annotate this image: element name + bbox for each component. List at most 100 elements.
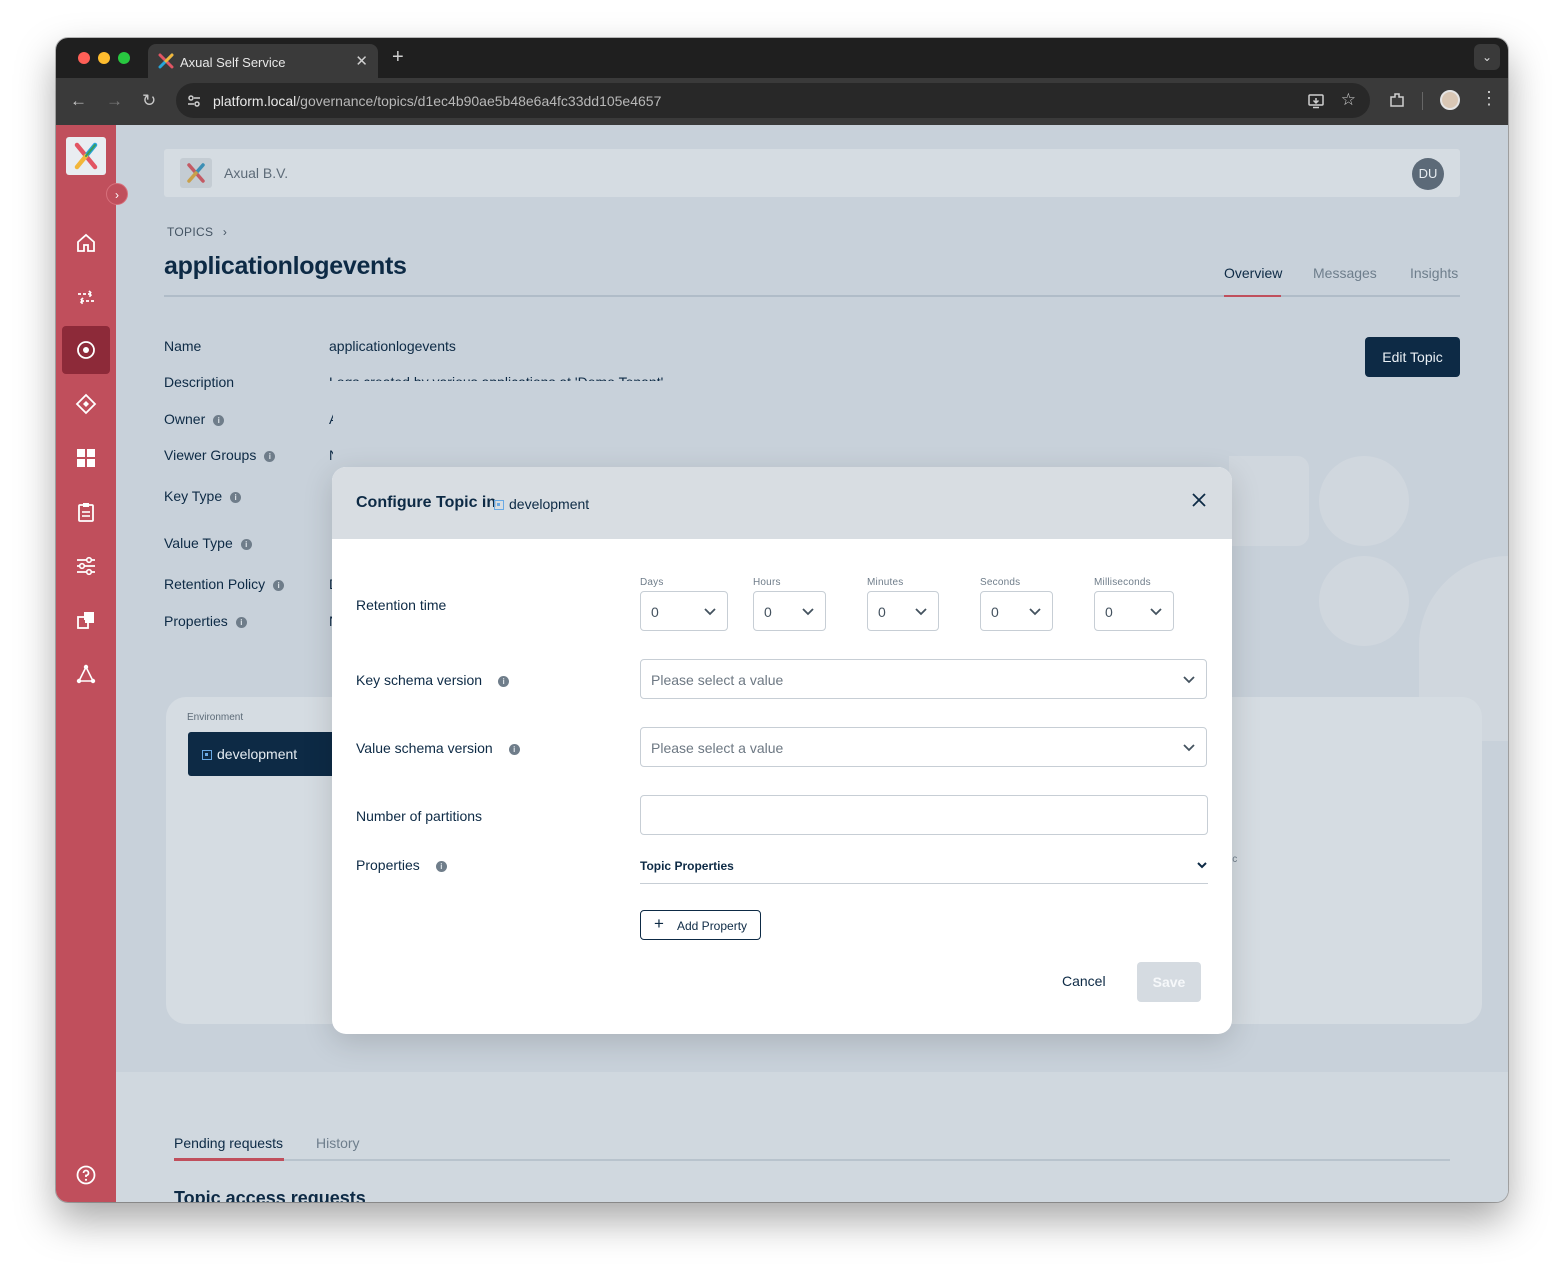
- milliseconds-select[interactable]: 0: [1094, 591, 1174, 631]
- decor-shape: [1319, 456, 1409, 546]
- tab-messages[interactable]: Messages: [1313, 265, 1377, 281]
- active-bottom-tab-underline: [174, 1158, 284, 1161]
- bottom-tabs-divider: [174, 1159, 1450, 1161]
- help-icon: [76, 1165, 96, 1185]
- cancel-button[interactable]: Cancel: [1062, 973, 1106, 989]
- forward-icon[interactable]: →: [106, 91, 123, 111]
- minutes-select[interactable]: 0: [867, 591, 939, 631]
- prop-label-properties: Properties i: [164, 613, 247, 629]
- decor-shape: [1229, 456, 1309, 546]
- close-window-button[interactable]: [78, 52, 90, 64]
- hours-label: Hours: [753, 577, 781, 588]
- retention-time-label: Retention time: [356, 597, 447, 613]
- maximize-window-button[interactable]: [118, 52, 130, 64]
- active-tab-underline: [1224, 295, 1281, 297]
- sidebar-item-topics[interactable]: [62, 326, 110, 374]
- profile-avatar[interactable]: [1440, 90, 1460, 110]
- chevron-down-icon: [1183, 744, 1195, 752]
- close-tab-icon[interactable]: ✕: [355, 52, 368, 70]
- days-select[interactable]: 0: [640, 591, 728, 631]
- seconds-label: Seconds: [980, 577, 1021, 588]
- sidebar-item-environments[interactable]: [62, 596, 110, 644]
- info-icon[interactable]: i: [435, 861, 447, 872]
- decor-shape: [1319, 556, 1409, 646]
- edit-topic-button[interactable]: Edit Topic: [1365, 337, 1460, 377]
- info-icon[interactable]: i: [235, 617, 247, 628]
- back-icon[interactable]: ←: [70, 91, 87, 111]
- save-button[interactable]: Save: [1137, 962, 1201, 1002]
- info-icon[interactable]: i: [240, 539, 252, 550]
- breadcrumb-topics-link[interactable]: TOPICS: [167, 225, 213, 239]
- prop-value-description: Logs created by various applications at …: [329, 374, 729, 381]
- network-icon: [76, 664, 96, 684]
- sidebar-item-network[interactable]: [62, 650, 110, 698]
- axual-logo-icon: [74, 142, 98, 170]
- axual-favicon-icon: [158, 53, 174, 69]
- info-icon[interactable]: i: [508, 744, 520, 755]
- chevron-right-icon: ›: [222, 225, 228, 239]
- minimize-window-button[interactable]: [98, 52, 110, 64]
- tab-history[interactable]: History: [316, 1135, 360, 1151]
- bookmark-star-icon[interactable]: ☆: [1341, 90, 1356, 110]
- info-icon[interactable]: i: [230, 492, 242, 503]
- number-of-partitions-label: Number of partitions: [356, 808, 483, 824]
- tab-overview[interactable]: Overview: [1224, 265, 1282, 281]
- sidebar: ›: [56, 125, 128, 1202]
- sidebar-item-settings[interactable]: [62, 542, 110, 590]
- reload-icon[interactable]: ↻: [142, 91, 156, 111]
- configure-topic-modal: Configure Topic in development Retention…: [332, 467, 1232, 1034]
- tab-pending-requests[interactable]: Pending requests: [174, 1135, 283, 1151]
- close-icon[interactable]: [1188, 489, 1210, 511]
- key-schema-version-label: Key schema version i: [356, 672, 510, 688]
- value-schema-version-select[interactable]: Please select a value: [640, 727, 1207, 767]
- chevron-down-icon[interactable]: [1196, 860, 1208, 870]
- clipboard-icon: [78, 503, 94, 522]
- install-app-icon[interactable]: [1308, 93, 1324, 109]
- new-tab-button[interactable]: +: [392, 46, 404, 69]
- environment-label: Environment: [187, 712, 244, 723]
- sidebar-item-schemas[interactable]: [62, 380, 110, 428]
- org-logo: [180, 158, 212, 188]
- address-bar[interactable]: platform.local/governance/topics/d1ec4b9…: [176, 83, 1370, 118]
- browser-menu-icon[interactable]: ⋮: [1480, 88, 1498, 109]
- info-icon[interactable]: i: [213, 415, 225, 426]
- tab-insights[interactable]: Insights: [1410, 265, 1458, 281]
- sidebar-item-streams[interactable]: [62, 273, 110, 321]
- number-of-partitions-input[interactable]: [640, 795, 1208, 835]
- user-avatar[interactable]: DU: [1412, 158, 1444, 190]
- browser-window: Axual Self Service ✕ + ⌄ ← → ↻ platform.…: [56, 38, 1508, 1202]
- browser-tab[interactable]: Axual Self Service ✕: [148, 44, 378, 78]
- prop-label-retention-policy: Retention Policy i: [164, 576, 285, 592]
- hours-select[interactable]: 0: [753, 591, 826, 631]
- sidebar-item-home[interactable]: [62, 219, 110, 267]
- streams-icon: [78, 290, 94, 305]
- sidebar-item-requests[interactable]: [62, 488, 110, 536]
- sidebar-item-help[interactable]: [62, 1151, 110, 1199]
- topic-properties-divider: [640, 883, 1208, 884]
- toolbar-divider: [1422, 92, 1423, 110]
- topic-access-requests-title: Topic access requests: [174, 1188, 366, 1202]
- info-icon[interactable]: i: [264, 451, 276, 462]
- extensions-icon[interactable]: [1388, 91, 1406, 109]
- prop-label-value-type: Value Type i: [164, 535, 252, 551]
- tab-strip: Axual Self Service ✕ + ⌄: [56, 38, 1508, 78]
- prop-value-viewer-groups: N: [329, 447, 333, 463]
- topic-properties-toggle[interactable]: Topic Properties: [640, 859, 734, 873]
- prop-label-name: Name: [164, 338, 202, 354]
- add-property-button[interactable]: + Add Property: [640, 910, 761, 940]
- prop-value-name: applicationlogevents: [329, 338, 456, 354]
- info-icon[interactable]: i: [498, 676, 510, 687]
- info-icon[interactable]: i: [273, 580, 285, 591]
- axual-logo[interactable]: [66, 137, 106, 175]
- settings-icon: [77, 556, 95, 576]
- chevron-down-icon: [1150, 608, 1162, 616]
- site-settings-icon[interactable]: [187, 94, 201, 108]
- page-title: applicationlogevents: [164, 252, 407, 280]
- prop-label-viewer-groups: Viewer Groups i: [164, 447, 276, 463]
- environments-icon: [77, 612, 94, 629]
- sidebar-item-applications[interactable]: [62, 434, 110, 482]
- key-schema-version-select[interactable]: Please select a value: [640, 659, 1207, 699]
- modal-header: Configure Topic in development: [332, 467, 1232, 539]
- seconds-select[interactable]: 0: [980, 591, 1053, 631]
- tab-search-button[interactable]: ⌄: [1474, 44, 1500, 70]
